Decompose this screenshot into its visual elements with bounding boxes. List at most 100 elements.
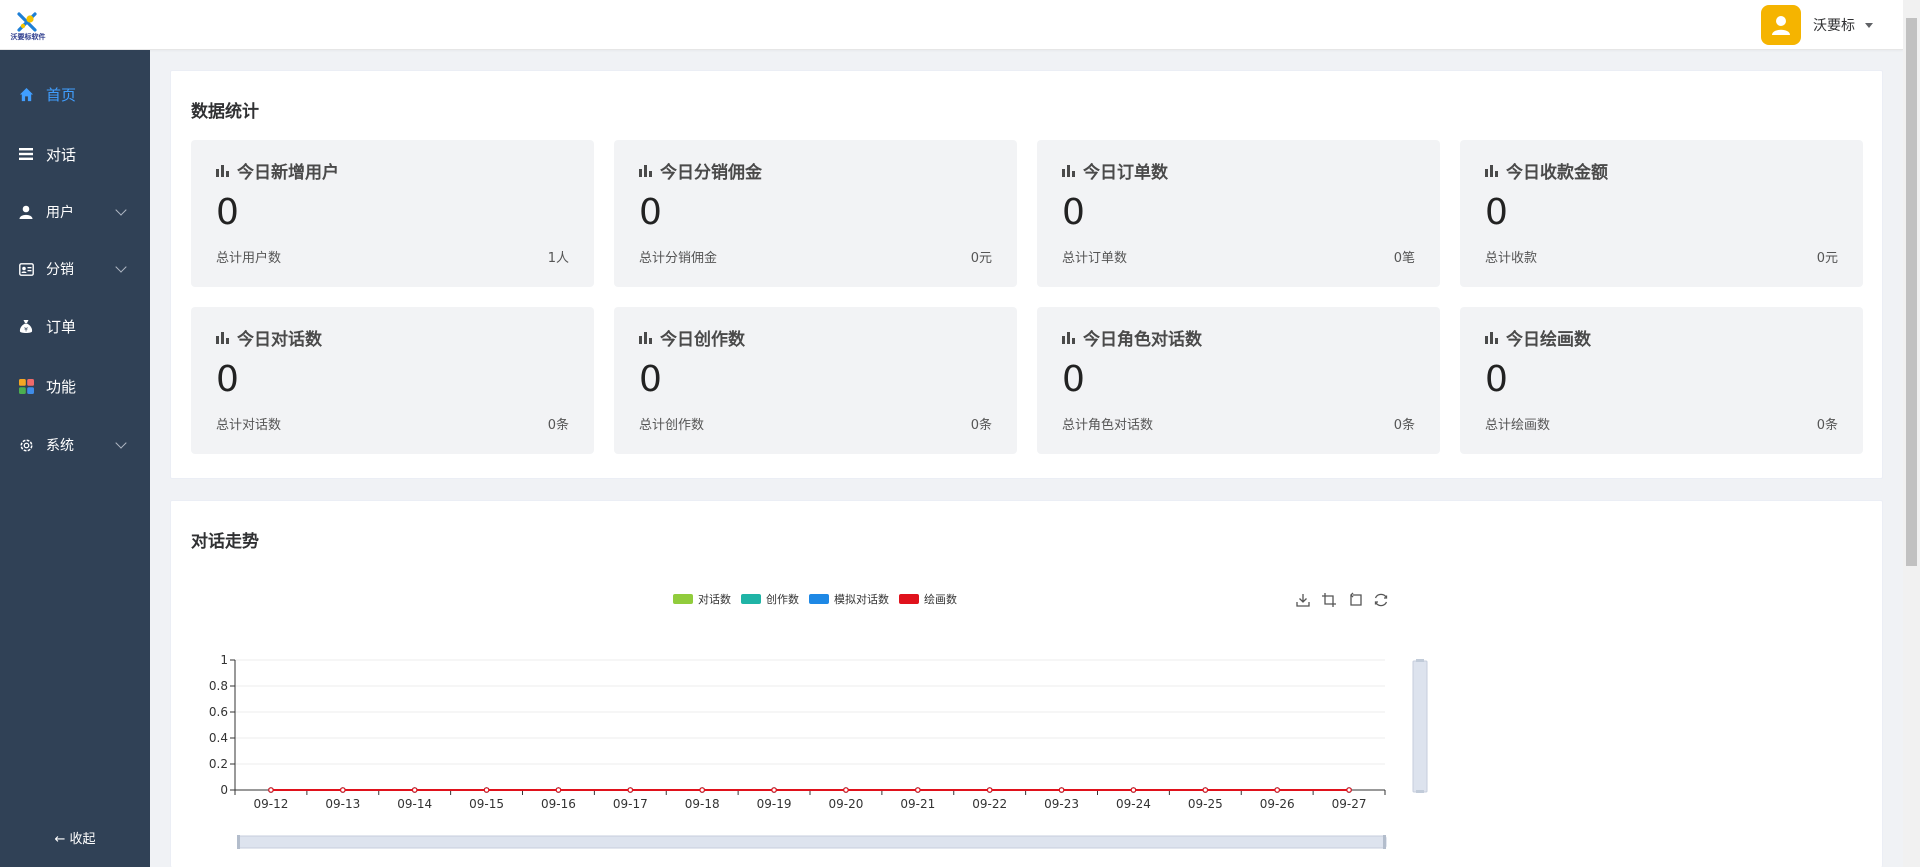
legend-swatch: [809, 594, 829, 604]
stat-card: 今日对话数 0 总计对话数 0条: [191, 307, 594, 454]
money-bag-icon: ¥: [18, 318, 34, 334]
x-tick-label: 09-21: [900, 797, 935, 811]
stat-value: 0: [1485, 359, 1508, 400]
data-point: [1130, 787, 1137, 793]
y-tick-label: 0.6: [209, 705, 228, 719]
data-point: [1346, 787, 1352, 793]
zoom-handle: [1416, 790, 1424, 793]
legend-label: 对话数: [698, 593, 731, 606]
bar-chart-icon: [639, 165, 652, 177]
avatar[interactable]: [1761, 5, 1801, 45]
stat-total: 0元: [970, 251, 992, 266]
caret-down-icon[interactable]: [1865, 22, 1873, 28]
vertical-zoom-slider: [1412, 660, 1428, 793]
bar-chart-icon: [216, 332, 229, 344]
stat-card: 今日收款金额 0 总计收款 0元: [1460, 140, 1863, 287]
stat-sub-label: 总计分销佣金: [639, 251, 718, 266]
data-point: [340, 787, 346, 793]
legend-item[interactable]: 模拟对话数: [809, 591, 889, 607]
apps-icon: [18, 378, 34, 394]
sidebar-item-orders[interactable]: ¥ 订单: [0, 306, 150, 346]
stat-total: 0条: [970, 418, 992, 433]
user-menu[interactable]: 沃要标: [1761, 5, 1873, 45]
sidebar-item-label: 功能: [46, 377, 77, 396]
page-scrollbar[interactable]: [1903, 0, 1920, 867]
x-tick-label: 09-27: [1332, 797, 1367, 811]
sidebar-item-functions[interactable]: 功能: [0, 366, 150, 406]
data-point: [771, 787, 777, 793]
y-tick-label: 0.2: [209, 757, 228, 771]
legend-item[interactable]: 创作数: [741, 591, 799, 607]
x-tick-label: 09-17: [613, 797, 648, 811]
trend-panel-title: 对话走势: [191, 532, 259, 552]
stat-value: 0: [216, 359, 239, 400]
bar-chart-icon: [639, 332, 652, 344]
chevron-down-icon: [115, 437, 127, 449]
x-tick-label: 09-13: [325, 797, 360, 811]
legend-item[interactable]: 绘画数: [899, 591, 957, 607]
x-tick-label: 09-26: [1260, 797, 1295, 811]
y-tick-label: 0.8: [209, 679, 228, 693]
download-icon[interactable]: [1290, 590, 1316, 610]
stat-title: 今日绘画数: [1506, 330, 1591, 350]
data-point: [483, 787, 490, 793]
user-icon: [18, 204, 34, 220]
stat-total: 0笔: [1393, 251, 1415, 266]
stat-value: 0: [639, 192, 662, 233]
gear-icon: [18, 437, 34, 453]
y-tick-label: 0.4: [209, 731, 228, 745]
stat-sub-label: 总计创作数: [639, 418, 705, 433]
stat-card: 今日分销佣金 0 总计分销佣金 0元: [614, 140, 1017, 287]
legend-item[interactable]: 对话数: [673, 591, 731, 607]
sidebar-item-label: 首页: [46, 85, 77, 104]
x-tick-label: 09-20: [829, 797, 864, 811]
stat-card: 今日新增用户 0 总计用户数 1人: [191, 140, 594, 287]
zoom-handle: [1416, 659, 1424, 662]
stat-title: 今日对话数: [237, 330, 322, 350]
stat-value: 0: [216, 192, 239, 233]
x-tick-label: 09-14: [397, 797, 432, 811]
collapse-sidebar-button[interactable]: ← 收起: [0, 828, 150, 847]
stat-card: 今日角色对话数 0 总计角色对话数 0条: [1037, 307, 1440, 454]
stat-total: 0元: [1816, 251, 1838, 266]
bar-chart-icon: [1062, 165, 1075, 177]
refresh-icon[interactable]: [1368, 590, 1394, 610]
stat-total: 1人: [547, 251, 569, 266]
user-name[interactable]: 沃要标: [1813, 15, 1855, 35]
stat-total: 0条: [1816, 418, 1838, 433]
y-tick-label: 0: [220, 783, 228, 797]
sidebar-item-dialog[interactable]: 对话: [0, 134, 150, 174]
stat-title: 今日分销佣金: [660, 163, 762, 183]
sidebar-item-label: 分销: [46, 262, 74, 278]
stat-card: 今日创作数 0 总计创作数 0条: [614, 307, 1017, 454]
trend-chart: 0 0.2 0.4 0.6 0.8 1 09-12 09-13 09-14 09-15 09-16 0…: [209, 653, 1428, 849]
chart-legend: 对话数 创作数 模拟对话数 绘画数: [673, 591, 967, 607]
stat-value: 0: [1062, 192, 1085, 233]
scrollbar-thumb[interactable]: [1906, 18, 1917, 566]
sidebar-item-distribution[interactable]: 分销: [0, 249, 150, 289]
legend-label: 绘画数: [924, 593, 957, 606]
chevron-down-icon: [115, 204, 127, 216]
zoom-handle: [1383, 835, 1386, 849]
data-point: [1058, 787, 1065, 793]
crop-reset-icon[interactable]: [1342, 590, 1368, 610]
stat-card: 今日订单数 0 总计订单数 0笔: [1037, 140, 1440, 287]
crop-icon[interactable]: [1316, 590, 1342, 610]
sidebar-item-users[interactable]: 用户: [0, 192, 150, 232]
logo-mark-icon: [17, 12, 37, 32]
x-tick-label: 09-16: [541, 797, 576, 811]
stat-card: 今日绘画数 0 总计绘画数 0条: [1460, 307, 1863, 454]
x-tick-label: 09-24: [1116, 797, 1151, 811]
bar-chart-icon: [216, 165, 229, 177]
sidebar-item-home[interactable]: 首页: [0, 74, 150, 114]
stat-sub-label: 总计订单数: [1062, 251, 1128, 266]
chart-toolbox: [1290, 590, 1394, 610]
logo[interactable]: 沃要标软件: [4, 8, 48, 44]
x-tick-label: 09-18: [685, 797, 720, 811]
user-avatar-icon: [1772, 16, 1790, 35]
sidebar-item-system[interactable]: 系统: [0, 425, 150, 465]
chevron-down-icon: [115, 261, 127, 273]
data-point: [843, 787, 849, 793]
data-point: [555, 787, 562, 793]
sidebar-item-label: 用户: [46, 205, 74, 221]
